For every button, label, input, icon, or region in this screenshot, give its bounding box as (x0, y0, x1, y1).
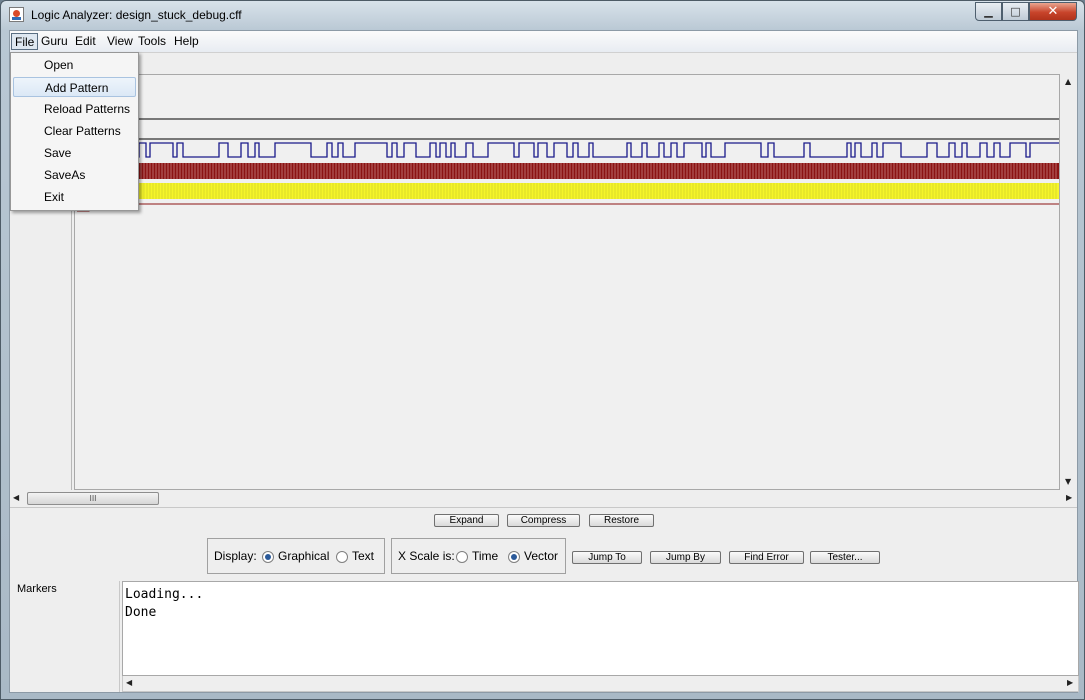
menu-item-save[interactable]: Save (13, 143, 136, 163)
expand-button[interactable]: Expand (434, 514, 499, 527)
graphical-radio[interactable] (262, 551, 274, 563)
console-scroll-right-icon[interactable]: ▶ (1067, 678, 1073, 688)
menu-file[interactable]: File (11, 33, 39, 50)
file-menu-dropdown: Open Add Pattern Reload Patterns Clear P… (10, 52, 139, 211)
menu-tools[interactable]: Tools (135, 33, 169, 50)
display-label: Display: (214, 549, 257, 563)
menu-item-saveas[interactable]: SaveAs (13, 165, 136, 185)
title-bar: Logic Analyzer: design_stuck_debug.cff ▁… (1, 1, 1084, 29)
close-button[interactable]: ✕ (1029, 2, 1077, 21)
console-line: Loading... (125, 587, 204, 602)
menu-guru[interactable]: Guru (38, 33, 71, 50)
app-window: Logic Analyzer: design_stuck_debug.cff ▁… (0, 0, 1085, 700)
menu-item-reload-patterns[interactable]: Reload Patterns (13, 99, 136, 119)
menu-edit[interactable]: Edit (72, 33, 99, 50)
menu-item-exit[interactable]: Exit (13, 187, 136, 207)
scroll-right-icon[interactable]: ▶ (1066, 493, 1072, 503)
maximize-button[interactable]: □ (1002, 2, 1029, 21)
menu-item-add-pattern[interactable]: Add Pattern (13, 77, 136, 97)
vector-radio[interactable] (508, 551, 520, 563)
text-label[interactable]: Text (352, 549, 374, 563)
console-line: Done (125, 605, 157, 620)
text-radio[interactable] (336, 551, 348, 563)
horizontal-scrollbar[interactable]: ◀ III ▶ (10, 490, 1077, 508)
menu-item-open[interactable]: Open (13, 55, 136, 75)
display-group: Display: Graphical Text (207, 538, 385, 574)
xscale-label: X Scale is: (398, 549, 455, 563)
restore-button[interactable]: Restore (589, 514, 654, 527)
scroll-thumb[interactable]: III (27, 492, 159, 505)
waveform-view[interactable] (74, 74, 1060, 490)
window-title: Logic Analyzer: design_stuck_debug.cff (31, 8, 242, 22)
console-scroll-left-icon[interactable]: ◀ (126, 678, 132, 688)
time-radio[interactable] (456, 551, 468, 563)
jump-by-button[interactable]: Jump By (650, 551, 721, 564)
graphical-label[interactable]: Graphical (278, 549, 329, 563)
client-area: File Guru Edit View Tools Help ▲ ▼ ◀ III… (9, 30, 1079, 693)
scroll-up-icon[interactable]: ▲ (1065, 77, 1071, 87)
vertical-scrollbar[interactable]: ▲ ▼ (1060, 74, 1077, 490)
menu-item-clear-patterns[interactable]: Clear Patterns (13, 121, 136, 141)
console-horizontal-scrollbar[interactable]: ◀ ▶ (122, 676, 1079, 692)
java-app-icon (9, 7, 24, 22)
waveform-canvas (75, 118, 1059, 212)
compress-button[interactable]: Compress (507, 514, 580, 527)
console-output[interactable]: Loading... Done (122, 581, 1079, 676)
find-error-button[interactable]: Find Error (729, 551, 804, 564)
vector-label[interactable]: Vector (524, 549, 558, 563)
time-label[interactable]: Time (472, 549, 498, 563)
minimize-button[interactable]: ▁ (975, 2, 1002, 21)
menu-view[interactable]: View (104, 33, 136, 50)
jump-to-button[interactable]: Jump To (572, 551, 642, 564)
clock-waveform (75, 142, 1059, 158)
tester-button[interactable]: Tester... (810, 551, 880, 564)
menu-bar: File Guru Edit View Tools Help (10, 31, 1077, 53)
scroll-left-icon[interactable]: ◀ (13, 493, 19, 503)
menu-help[interactable]: Help (171, 33, 202, 50)
xscale-group: X Scale is: Time Vector (391, 538, 566, 574)
scroll-down-icon[interactable]: ▼ (1065, 477, 1071, 487)
markers-panel: Markers (10, 581, 120, 692)
markers-label: Markers (17, 583, 57, 595)
